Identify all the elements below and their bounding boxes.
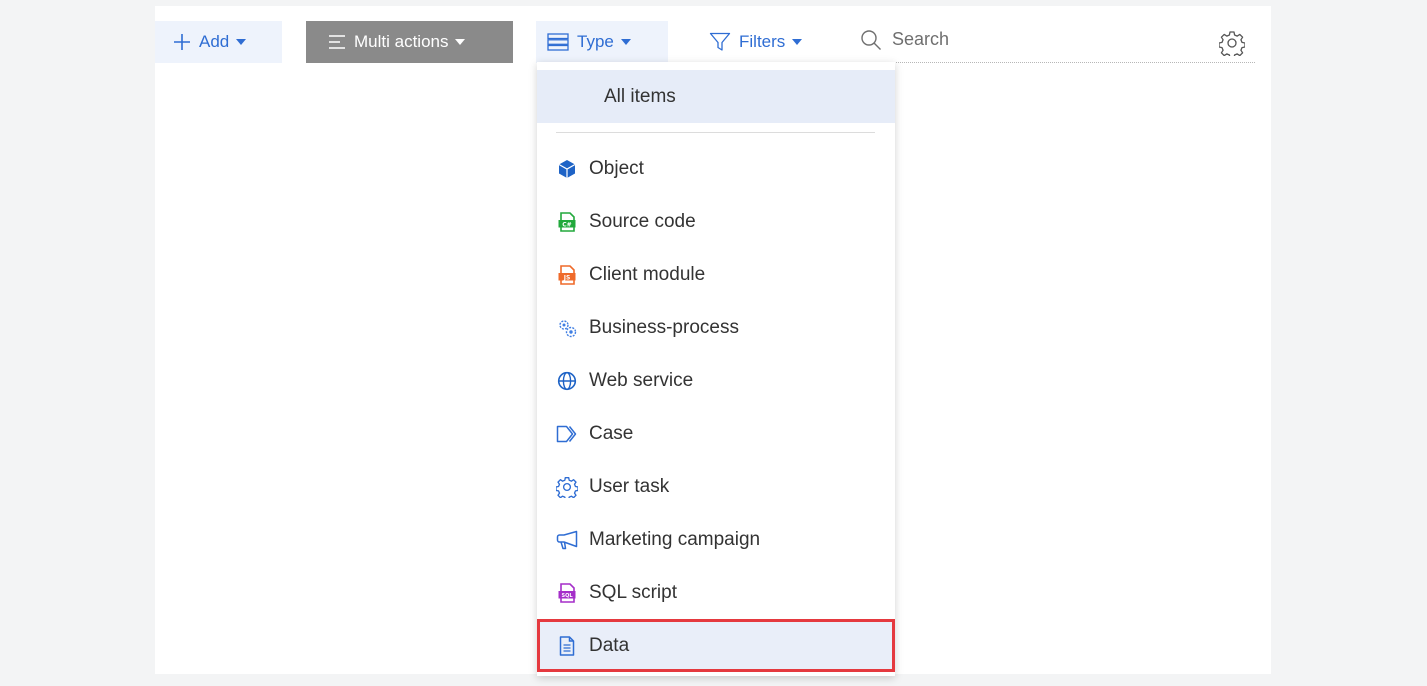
add-button-label: Add — [199, 32, 230, 51]
chevron-down-icon — [455, 39, 466, 45]
filters-label: Filters — [739, 32, 786, 51]
chevron-down-icon — [236, 39, 247, 45]
object-cube-icon — [558, 159, 576, 178]
chevron-down-icon — [620, 39, 631, 45]
menu-divider — [556, 132, 875, 133]
settings-gear-icon[interactable] — [1219, 30, 1245, 56]
case-chevron-icon — [556, 425, 577, 442]
add-button[interactable]: Add — [155, 21, 282, 63]
web-service-globe-icon — [557, 371, 577, 390]
menu-item-label: Source code — [589, 210, 696, 232]
menu-item-case[interactable]: Case — [537, 407, 895, 460]
menu-item-label: Client module — [589, 263, 706, 285]
list-type-icon — [547, 33, 569, 51]
plus-icon — [174, 34, 190, 50]
menu-item-object[interactable]: Object — [537, 142, 895, 195]
data-document-icon — [559, 635, 575, 656]
menu-lines-icon — [329, 35, 345, 49]
sql-script-icon: SQL — [558, 582, 576, 603]
menu-item-source-code[interactable]: C# Source code — [537, 195, 895, 248]
user-task-gear-icon — [556, 476, 578, 498]
menu-item-label: SQL script — [589, 581, 677, 603]
funnel-icon — [709, 32, 731, 51]
client-module-js-icon: JS — [558, 264, 576, 285]
search-icon — [861, 29, 881, 50]
menu-item-all-items[interactable]: All items — [537, 70, 895, 123]
menu-item-label: Web service — [589, 369, 694, 391]
multi-actions-button[interactable]: Multi actions — [306, 21, 513, 63]
menu-item-business-process[interactable]: Business-process — [537, 301, 895, 354]
svg-text:C#: C# — [562, 221, 571, 228]
type-label: Type — [577, 32, 614, 51]
menu-item-client-module[interactable]: JS Client module — [537, 248, 895, 301]
type-dropdown-menu: All items Object C# Source code JS Clien… — [537, 62, 895, 676]
toolbar: Add Multi actions Type Filters — [155, 21, 1271, 63]
search-box[interactable] — [860, 21, 1255, 63]
type-filter-button[interactable]: Type — [536, 21, 668, 63]
menu-item-sql-script[interactable]: SQL SQL script — [537, 566, 895, 619]
menu-item-label: Case — [589, 422, 634, 444]
chevron-down-icon — [792, 39, 803, 45]
menu-item-label: Business-process — [589, 316, 739, 338]
menu-item-label: Marketing campaign — [589, 528, 761, 550]
business-process-gears-icon — [559, 319, 577, 337]
source-code-csharp-icon: C# — [558, 211, 576, 232]
marketing-megaphone-icon — [556, 530, 578, 549]
menu-item-data[interactable]: Data — [537, 619, 895, 672]
menu-item-label: All items — [604, 85, 676, 107]
menu-item-user-task[interactable]: User task — [537, 460, 895, 513]
menu-item-label: Data — [589, 634, 630, 656]
multi-actions-label: Multi actions — [354, 32, 449, 51]
filters-button[interactable]: Filters — [705, 21, 827, 63]
svg-text:SQL: SQL — [561, 593, 573, 599]
menu-item-web-service[interactable]: Web service — [537, 354, 895, 407]
menu-item-label: Object — [589, 157, 644, 179]
search-input[interactable] — [892, 29, 1232, 50]
menu-item-marketing-campaign[interactable]: Marketing campaign — [537, 513, 895, 566]
menu-item-label: User task — [589, 475, 670, 497]
svg-text:JS: JS — [563, 274, 571, 281]
